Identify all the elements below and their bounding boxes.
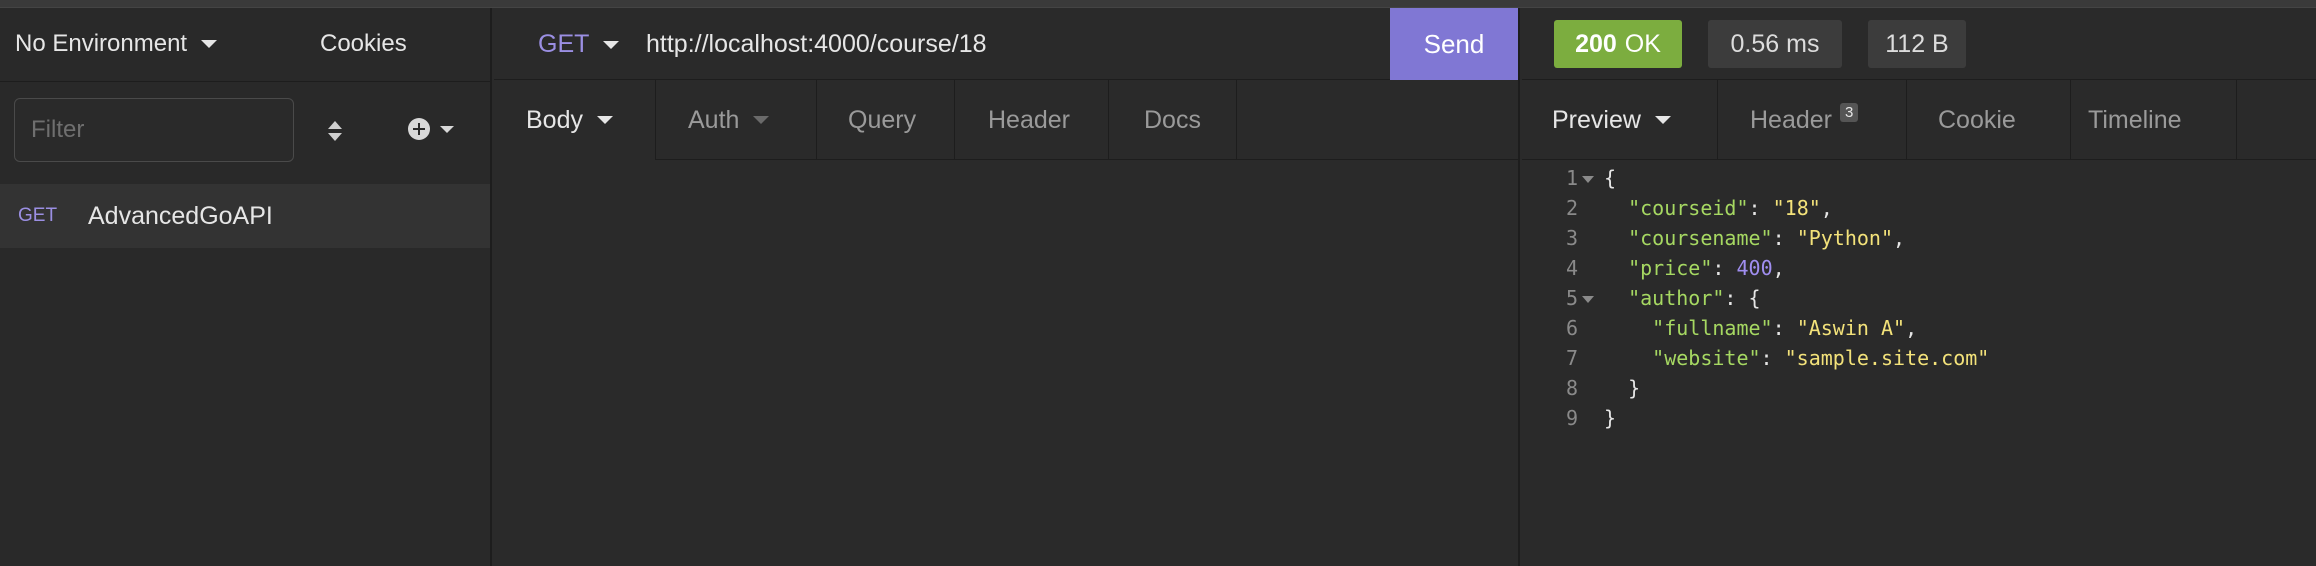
send-button[interactable]: Send (1390, 8, 1518, 80)
tab-label: Docs (1144, 105, 1201, 134)
tab-label: Body (526, 105, 583, 134)
status-text: OK (1624, 29, 1661, 58)
code-text: "fullname": "Aswin A", (1652, 316, 1918, 340)
code-line: 9} (1522, 406, 2316, 436)
tab-label: Cookie (1938, 105, 2016, 134)
tab-label: Query (848, 105, 917, 134)
code-text: "coursename": "Python", (1628, 226, 1906, 250)
code-line: 4 "price": 400, (1522, 256, 2316, 286)
code-text: { (1604, 166, 1617, 190)
sort-up-icon (328, 121, 342, 129)
code-line: 3 "coursename": "Python", (1522, 226, 2316, 256)
request-method-badge: GET (18, 205, 58, 226)
status-badge: 200 OK (1554, 20, 1682, 68)
tab-auth[interactable]: Auth (688, 80, 770, 160)
chevron-down-icon (603, 40, 620, 49)
environment-selector[interactable]: No Environment (15, 30, 218, 58)
code-line: 5 "author": { (1522, 286, 2316, 316)
line-number: 2 (1565, 196, 1578, 220)
code-line: 7 "website": "sample.site.com" (1522, 346, 2316, 376)
cookies-button[interactable]: Cookies (320, 30, 407, 58)
url-input[interactable] (646, 22, 1246, 66)
tab-header[interactable]: Header (988, 80, 1070, 160)
line-number: 9 (1565, 406, 1578, 430)
tab-docs[interactable]: Docs (1144, 80, 1201, 160)
tab-divider (1108, 80, 1109, 160)
url-bar: GET Send (494, 8, 1520, 80)
code-line: 8 } (1522, 376, 2316, 406)
sidebar-request-item[interactable]: GET AdvancedGoAPI (0, 184, 490, 248)
tab-cookie[interactable]: Cookie (1938, 80, 2016, 160)
code-text: "author": { (1628, 286, 1761, 310)
chevron-down-icon (440, 125, 454, 133)
fold-arrow-icon[interactable] (1582, 176, 1594, 183)
sidebar: No Environment Cookies GET AdvancedGoAPI (0, 8, 492, 566)
response-pane: 200 OK 0.56 ms 112 B Preview Header 3 Co… (1522, 8, 2316, 566)
tab-timeline[interactable]: Timeline (2088, 80, 2182, 160)
method-selector[interactable]: GET (538, 30, 620, 59)
tab-divider (1236, 80, 1237, 160)
code-line: 1{ (1522, 166, 2316, 196)
tab-label: Auth (688, 105, 740, 134)
response-size-badge: 112 B (1868, 20, 1966, 68)
filter-input[interactable] (14, 98, 294, 162)
sort-button[interactable] (320, 116, 350, 146)
code-text: } (1604, 406, 1617, 430)
code-text: "price": 400, (1628, 256, 1785, 280)
tab-divider (954, 80, 955, 160)
response-tabs: Preview Header 3 Cookie Timeline (1522, 80, 2316, 160)
code-line: 2 "courseid": "18", (1522, 196, 2316, 226)
response-status-bar: 200 OK 0.56 ms 112 B (1522, 8, 2316, 80)
code-text: } (1604, 376, 1641, 400)
tab-preview[interactable]: Preview (1552, 80, 1671, 160)
tab-query[interactable]: Query (848, 80, 916, 160)
plus-circle-icon (408, 118, 430, 140)
add-request-button[interactable] (408, 118, 454, 140)
method-label: GET (538, 30, 590, 58)
sidebar-header: No Environment Cookies (0, 8, 492, 82)
tab-label: Header (988, 105, 1070, 134)
tab-label: Header (1750, 105, 1832, 134)
chevron-down-icon (753, 116, 770, 124)
line-number: 4 (1565, 256, 1578, 280)
environment-label: No Environment (15, 30, 188, 57)
tab-divider (1906, 80, 1907, 160)
code-text: "courseid": "18", (1628, 196, 1833, 220)
window-top-bar (0, 0, 2316, 8)
tab-divider (2236, 80, 2237, 160)
tab-divider (816, 80, 817, 160)
code-text: "website": "sample.site.com" (1652, 346, 1990, 370)
line-number: 7 (1565, 346, 1578, 370)
request-tabs: Body Auth Query Header Docs (494, 80, 1520, 160)
line-number: 1 (1565, 166, 1578, 190)
tab-label: Timeline (2088, 105, 2182, 134)
line-number: 3 (1565, 226, 1578, 250)
chevron-down-icon (1654, 116, 1671, 124)
line-number: 5 (1565, 286, 1578, 310)
line-number: 8 (1565, 376, 1578, 400)
code-line: 6 "fullname": "Aswin A", (1522, 316, 2316, 346)
chevron-down-icon (201, 40, 218, 48)
chevron-down-icon (596, 116, 613, 124)
tab-label: Preview (1552, 105, 1641, 134)
tab-body[interactable]: Body (526, 80, 613, 160)
line-number: 6 (1565, 316, 1578, 340)
status-code: 200 (1575, 29, 1617, 58)
response-time-badge: 0.56 ms (1708, 20, 1842, 68)
tab-divider (2070, 80, 2071, 160)
request-name: AdvancedGoAPI (88, 201, 273, 230)
header-count-badge: 3 (1840, 102, 1859, 122)
fold-arrow-icon[interactable] (1582, 296, 1594, 303)
sort-down-icon (328, 133, 342, 141)
request-pane: GET Send Body Auth Query Header Docs (494, 8, 1520, 566)
tab-response-header[interactable]: Header 3 (1750, 80, 1859, 160)
